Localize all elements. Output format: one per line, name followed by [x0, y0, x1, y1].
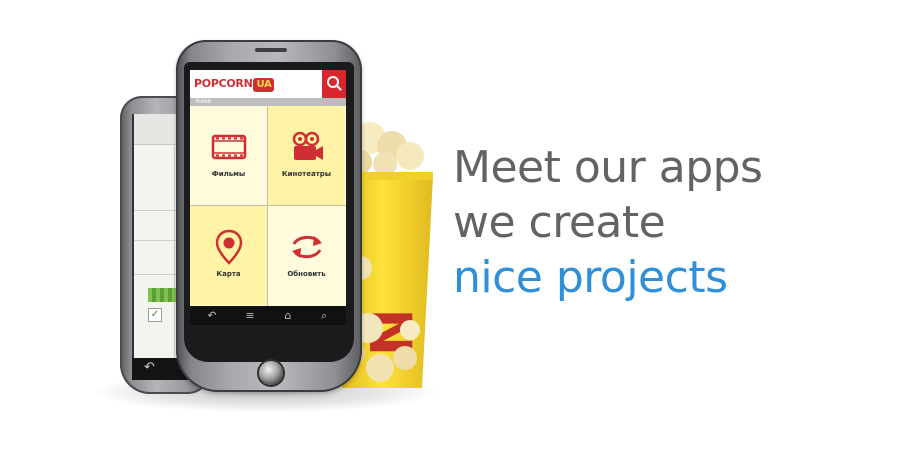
tile-label: Обновить	[287, 270, 326, 278]
film-strip-icon	[211, 134, 246, 160]
menu-icon[interactable]: ≡	[238, 308, 262, 323]
headline-line-1: Meet our apps	[453, 142, 763, 193]
back-screen-divider	[174, 144, 175, 358]
checkbox-icon: ✓	[148, 308, 162, 322]
tile-refresh[interactable]: Обновить	[268, 206, 345, 305]
app-logo-badge: UA	[253, 78, 275, 92]
back-icon: ↶	[144, 360, 155, 375]
tile-label: Кинотеатры	[281, 170, 332, 178]
tile-films[interactable]: Фильмы	[190, 106, 267, 205]
back-icon[interactable]: ↶	[200, 308, 224, 323]
menu-grid: Фильмы Кинотеатры Карта Обновить	[190, 106, 346, 306]
app-logo-text: POPCORN	[194, 77, 253, 90]
grid-divider	[267, 106, 268, 306]
headline: Meet our apps we create nice projects	[453, 140, 873, 305]
grid-divider	[190, 205, 346, 206]
search-icon	[327, 76, 342, 91]
tile-map[interactable]: Карта	[190, 206, 267, 305]
phone-speaker	[255, 48, 287, 52]
tile-label: Фильмы	[211, 170, 246, 178]
refresh-arrows-icon	[291, 235, 322, 259]
movie-camera-icon	[292, 131, 323, 160]
app-logo: POPCORN UA	[194, 76, 275, 92]
tile-label: Карта	[216, 270, 241, 278]
city-label: Киев	[196, 98, 212, 105]
phone-screen: POPCORN UA Киев Фильмы Кинотеатры Карта …	[190, 70, 346, 325]
city-bar: Киев	[190, 98, 346, 106]
tile-cinemas[interactable]: Кинотеатры	[268, 106, 345, 205]
phone-navbar: ↶ ≡ ⌂ ⌕	[190, 306, 346, 325]
headline-line-3: nice projects	[453, 252, 728, 303]
home-icon[interactable]: ⌂	[276, 308, 300, 323]
map-pin-icon	[215, 229, 242, 265]
app-header: POPCORN UA	[190, 70, 346, 99]
search-icon[interactable]: ⌕	[312, 308, 336, 323]
headline-line-2: we create	[453, 197, 666, 248]
phone-home-button[interactable]	[259, 361, 283, 385]
search-button[interactable]	[322, 70, 346, 98]
promo-banner: N ✓ ↶ POPCORN UA Киев Фильмы Кинотеатры …	[0, 0, 900, 450]
